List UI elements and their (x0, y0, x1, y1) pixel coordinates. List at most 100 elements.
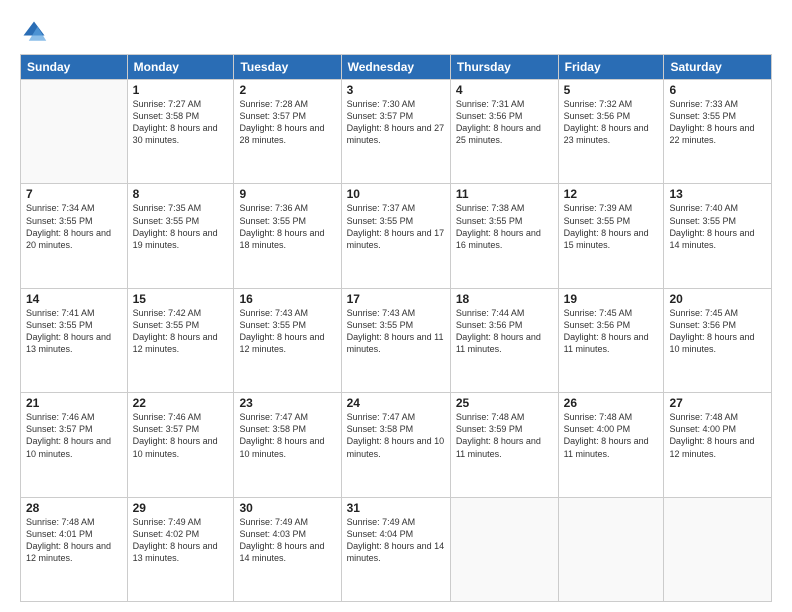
day-number: 12 (564, 187, 659, 201)
day-number: 20 (669, 292, 766, 306)
calendar-week-row: 21Sunrise: 7:46 AM Sunset: 3:57 PM Dayli… (21, 393, 772, 497)
logo (20, 18, 52, 46)
day-info: Sunrise: 7:48 AM Sunset: 4:00 PM Dayligh… (669, 411, 766, 460)
calendar-week-row: 14Sunrise: 7:41 AM Sunset: 3:55 PM Dayli… (21, 288, 772, 392)
calendar-cell: 9Sunrise: 7:36 AM Sunset: 3:55 PM Daylig… (234, 184, 341, 288)
calendar-cell: 31Sunrise: 7:49 AM Sunset: 4:04 PM Dayli… (341, 497, 450, 601)
day-number: 30 (239, 501, 335, 515)
calendar-cell: 20Sunrise: 7:45 AM Sunset: 3:56 PM Dayli… (664, 288, 772, 392)
calendar-week-row: 28Sunrise: 7:48 AM Sunset: 4:01 PM Dayli… (21, 497, 772, 601)
day-info: Sunrise: 7:48 AM Sunset: 4:00 PM Dayligh… (564, 411, 659, 460)
day-number: 8 (133, 187, 229, 201)
calendar-cell: 8Sunrise: 7:35 AM Sunset: 3:55 PM Daylig… (127, 184, 234, 288)
calendar-cell: 18Sunrise: 7:44 AM Sunset: 3:56 PM Dayli… (450, 288, 558, 392)
day-info: Sunrise: 7:48 AM Sunset: 3:59 PM Dayligh… (456, 411, 553, 460)
day-number: 27 (669, 396, 766, 410)
calendar-cell: 1Sunrise: 7:27 AM Sunset: 3:58 PM Daylig… (127, 80, 234, 184)
calendar-cell (450, 497, 558, 601)
day-info: Sunrise: 7:46 AM Sunset: 3:57 PM Dayligh… (133, 411, 229, 460)
calendar-cell: 12Sunrise: 7:39 AM Sunset: 3:55 PM Dayli… (558, 184, 664, 288)
day-info: Sunrise: 7:47 AM Sunset: 3:58 PM Dayligh… (239, 411, 335, 460)
day-number: 15 (133, 292, 229, 306)
calendar-cell: 21Sunrise: 7:46 AM Sunset: 3:57 PM Dayli… (21, 393, 128, 497)
calendar-cell: 10Sunrise: 7:37 AM Sunset: 3:55 PM Dayli… (341, 184, 450, 288)
day-info: Sunrise: 7:27 AM Sunset: 3:58 PM Dayligh… (133, 98, 229, 147)
weekday-header-tuesday: Tuesday (234, 55, 341, 80)
calendar-cell: 25Sunrise: 7:48 AM Sunset: 3:59 PM Dayli… (450, 393, 558, 497)
calendar-header: SundayMondayTuesdayWednesdayThursdayFrid… (21, 55, 772, 80)
day-number: 4 (456, 83, 553, 97)
day-info: Sunrise: 7:47 AM Sunset: 3:58 PM Dayligh… (347, 411, 445, 460)
day-info: Sunrise: 7:49 AM Sunset: 4:04 PM Dayligh… (347, 516, 445, 565)
day-info: Sunrise: 7:48 AM Sunset: 4:01 PM Dayligh… (26, 516, 122, 565)
day-number: 23 (239, 396, 335, 410)
day-number: 17 (347, 292, 445, 306)
calendar-cell: 11Sunrise: 7:38 AM Sunset: 3:55 PM Dayli… (450, 184, 558, 288)
day-info: Sunrise: 7:45 AM Sunset: 3:56 PM Dayligh… (669, 307, 766, 356)
day-number: 13 (669, 187, 766, 201)
calendar-cell: 19Sunrise: 7:45 AM Sunset: 3:56 PM Dayli… (558, 288, 664, 392)
calendar-cell: 2Sunrise: 7:28 AM Sunset: 3:57 PM Daylig… (234, 80, 341, 184)
day-number: 11 (456, 187, 553, 201)
day-number: 9 (239, 187, 335, 201)
day-info: Sunrise: 7:43 AM Sunset: 3:55 PM Dayligh… (347, 307, 445, 356)
day-number: 18 (456, 292, 553, 306)
day-info: Sunrise: 7:32 AM Sunset: 3:56 PM Dayligh… (564, 98, 659, 147)
weekday-header-sunday: Sunday (21, 55, 128, 80)
day-info: Sunrise: 7:44 AM Sunset: 3:56 PM Dayligh… (456, 307, 553, 356)
day-info: Sunrise: 7:49 AM Sunset: 4:02 PM Dayligh… (133, 516, 229, 565)
day-number: 3 (347, 83, 445, 97)
day-info: Sunrise: 7:31 AM Sunset: 3:56 PM Dayligh… (456, 98, 553, 147)
day-number: 25 (456, 396, 553, 410)
day-info: Sunrise: 7:38 AM Sunset: 3:55 PM Dayligh… (456, 202, 553, 251)
day-info: Sunrise: 7:37 AM Sunset: 3:55 PM Dayligh… (347, 202, 445, 251)
weekday-header-monday: Monday (127, 55, 234, 80)
calendar-cell: 3Sunrise: 7:30 AM Sunset: 3:57 PM Daylig… (341, 80, 450, 184)
day-info: Sunrise: 7:45 AM Sunset: 3:56 PM Dayligh… (564, 307, 659, 356)
page: SundayMondayTuesdayWednesdayThursdayFrid… (0, 0, 792, 612)
day-number: 22 (133, 396, 229, 410)
calendar-cell: 22Sunrise: 7:46 AM Sunset: 3:57 PM Dayli… (127, 393, 234, 497)
day-number: 31 (347, 501, 445, 515)
weekday-header-friday: Friday (558, 55, 664, 80)
day-info: Sunrise: 7:33 AM Sunset: 3:55 PM Dayligh… (669, 98, 766, 147)
calendar-week-row: 7Sunrise: 7:34 AM Sunset: 3:55 PM Daylig… (21, 184, 772, 288)
day-info: Sunrise: 7:41 AM Sunset: 3:55 PM Dayligh… (26, 307, 122, 356)
calendar-cell: 24Sunrise: 7:47 AM Sunset: 3:58 PM Dayli… (341, 393, 450, 497)
calendar-cell: 15Sunrise: 7:42 AM Sunset: 3:55 PM Dayli… (127, 288, 234, 392)
day-number: 16 (239, 292, 335, 306)
day-info: Sunrise: 7:42 AM Sunset: 3:55 PM Dayligh… (133, 307, 229, 356)
day-info: Sunrise: 7:43 AM Sunset: 3:55 PM Dayligh… (239, 307, 335, 356)
day-number: 2 (239, 83, 335, 97)
day-number: 24 (347, 396, 445, 410)
day-number: 1 (133, 83, 229, 97)
weekday-header-row: SundayMondayTuesdayWednesdayThursdayFrid… (21, 55, 772, 80)
weekday-header-saturday: Saturday (664, 55, 772, 80)
calendar-cell: 17Sunrise: 7:43 AM Sunset: 3:55 PM Dayli… (341, 288, 450, 392)
day-info: Sunrise: 7:39 AM Sunset: 3:55 PM Dayligh… (564, 202, 659, 251)
calendar-table: SundayMondayTuesdayWednesdayThursdayFrid… (20, 54, 772, 602)
calendar-cell (558, 497, 664, 601)
day-info: Sunrise: 7:36 AM Sunset: 3:55 PM Dayligh… (239, 202, 335, 251)
day-number: 14 (26, 292, 122, 306)
day-info: Sunrise: 7:34 AM Sunset: 3:55 PM Dayligh… (26, 202, 122, 251)
weekday-header-wednesday: Wednesday (341, 55, 450, 80)
calendar-cell: 28Sunrise: 7:48 AM Sunset: 4:01 PM Dayli… (21, 497, 128, 601)
day-info: Sunrise: 7:28 AM Sunset: 3:57 PM Dayligh… (239, 98, 335, 147)
day-info: Sunrise: 7:46 AM Sunset: 3:57 PM Dayligh… (26, 411, 122, 460)
calendar-cell: 5Sunrise: 7:32 AM Sunset: 3:56 PM Daylig… (558, 80, 664, 184)
calendar-body: 1Sunrise: 7:27 AM Sunset: 3:58 PM Daylig… (21, 80, 772, 602)
day-number: 6 (669, 83, 766, 97)
calendar-cell (21, 80, 128, 184)
calendar-cell: 6Sunrise: 7:33 AM Sunset: 3:55 PM Daylig… (664, 80, 772, 184)
day-number: 21 (26, 396, 122, 410)
calendar-cell: 4Sunrise: 7:31 AM Sunset: 3:56 PM Daylig… (450, 80, 558, 184)
day-number: 10 (347, 187, 445, 201)
calendar-cell: 27Sunrise: 7:48 AM Sunset: 4:00 PM Dayli… (664, 393, 772, 497)
calendar-cell: 16Sunrise: 7:43 AM Sunset: 3:55 PM Dayli… (234, 288, 341, 392)
day-number: 7 (26, 187, 122, 201)
day-number: 19 (564, 292, 659, 306)
day-info: Sunrise: 7:30 AM Sunset: 3:57 PM Dayligh… (347, 98, 445, 147)
weekday-header-thursday: Thursday (450, 55, 558, 80)
calendar-cell: 29Sunrise: 7:49 AM Sunset: 4:02 PM Dayli… (127, 497, 234, 601)
